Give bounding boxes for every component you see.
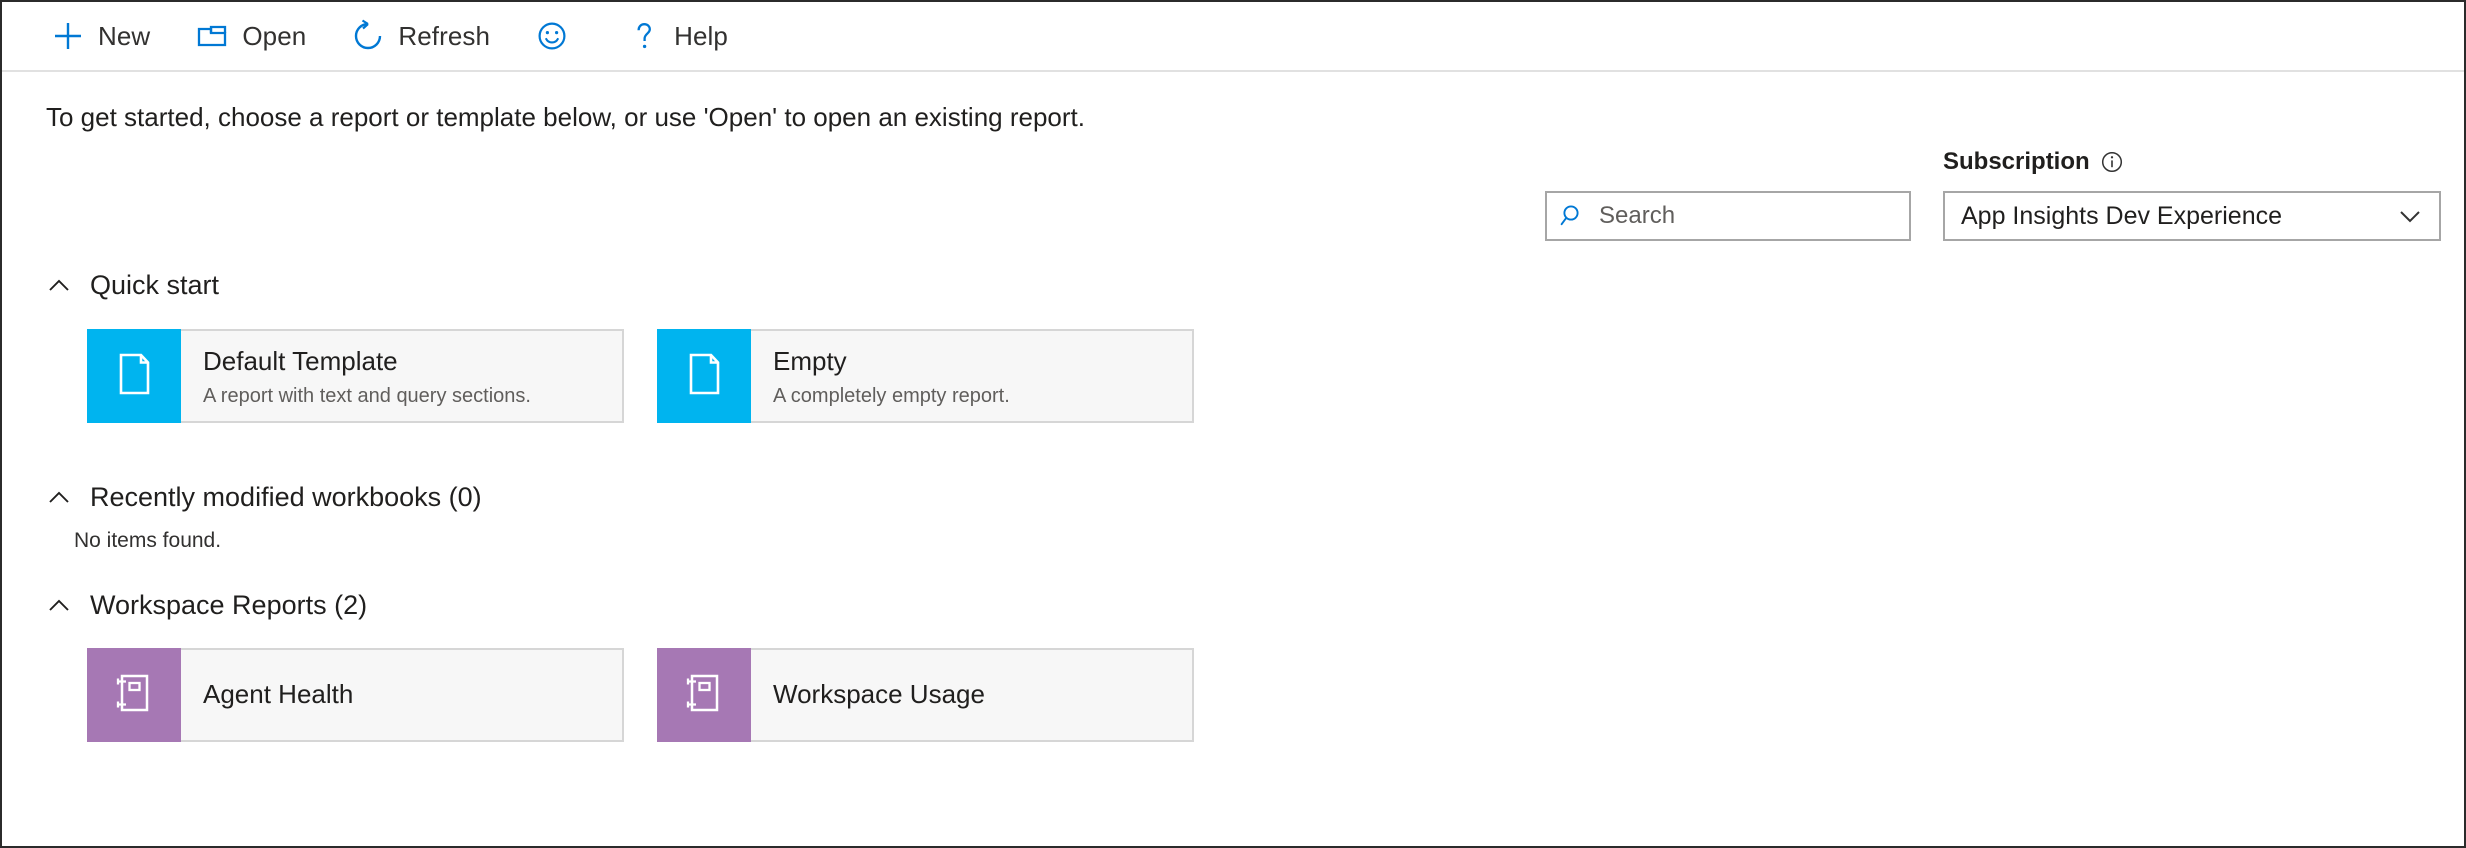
card-body: Workspace Usage (751, 650, 1011, 740)
workbook-icon (108, 667, 160, 724)
subscription-label: Subscription (1943, 148, 2090, 176)
card-title: Empty (773, 346, 1010, 377)
new-button-label: New (98, 21, 150, 52)
chevron-down-icon (2395, 201, 2425, 231)
card-title: Agent Health (203, 679, 353, 710)
card-agent-health[interactable]: Agent Health (87, 648, 624, 742)
card-row-workspace-reports: Agent Health Workspace Usage (87, 648, 1194, 742)
card-title: Workspace Usage (773, 679, 985, 710)
chevron-up-icon (46, 485, 72, 511)
chevron-up-icon (46, 593, 72, 619)
subscription-filter: Subscription App Insights Dev Experience (1943, 147, 2441, 241)
section-header-quick-start[interactable]: Quick start (46, 270, 219, 301)
card-description: A report with text and query sections. (203, 384, 531, 408)
card-row-quick-start: Default Template A report with text and … (87, 329, 1194, 423)
card-body: Default Template A report with text and … (181, 331, 557, 421)
document-icon (678, 348, 730, 405)
search-filter (1545, 191, 1911, 241)
new-button[interactable]: New (46, 10, 164, 62)
info-icon[interactable] (2100, 150, 2124, 174)
search-icon (1559, 202, 1587, 230)
open-button-label: Open (242, 21, 306, 52)
card-empty[interactable]: Empty A completely empty report. (657, 329, 1194, 423)
help-button[interactable]: Help (622, 10, 742, 62)
document-icon (108, 348, 160, 405)
plus-icon (50, 18, 86, 54)
search-input[interactable] (1597, 201, 1897, 231)
intro-text: To get started, choose a report or templ… (46, 102, 1085, 133)
recently-modified-empty-text: No items found. (74, 529, 221, 553)
refresh-icon (350, 18, 386, 54)
feedback-button[interactable] (530, 10, 596, 62)
section-title-workspace-reports: Workspace Reports (2) (90, 590, 367, 621)
card-description: A completely empty report. (773, 384, 1010, 408)
section-header-workspace-reports[interactable]: Workspace Reports (2) (46, 590, 367, 621)
section-title-quick-start: Quick start (90, 270, 219, 301)
section-title-recently-modified: Recently modified workbooks (0) (90, 482, 482, 513)
card-body: Empty A completely empty report. (751, 331, 1036, 421)
workbook-icon (678, 667, 730, 724)
card-icon-tile (87, 329, 181, 423)
card-icon-tile (87, 648, 181, 742)
refresh-button[interactable]: Refresh (346, 10, 504, 62)
folder-open-icon (194, 18, 230, 54)
feedback-smiley-icon (534, 18, 570, 54)
filters-area: Subscription App Insights Dev Experience (1545, 147, 2441, 241)
chevron-up-icon (46, 273, 72, 299)
search-box[interactable] (1545, 191, 1911, 241)
card-default-template[interactable]: Default Template A report with text and … (87, 329, 624, 423)
card-body: Agent Health (181, 650, 379, 740)
refresh-button-label: Refresh (398, 21, 490, 52)
help-button-label: Help (674, 21, 728, 52)
section-header-recently-modified[interactable]: Recently modified workbooks (0) (46, 482, 482, 513)
card-icon-tile (657, 648, 751, 742)
question-mark-icon (626, 18, 662, 54)
subscription-selected-value: App Insights Dev Experience (1961, 202, 2282, 231)
card-icon-tile (657, 329, 751, 423)
command-bar: New Open Refresh (2, 2, 2464, 72)
card-workspace-usage[interactable]: Workspace Usage (657, 648, 1194, 742)
open-button[interactable]: Open (190, 10, 320, 62)
card-title: Default Template (203, 346, 531, 377)
workbooks-gallery-page: New Open Refresh (0, 0, 2466, 848)
subscription-label-row: Subscription (1943, 147, 2441, 177)
subscription-dropdown[interactable]: App Insights Dev Experience (1943, 191, 2441, 241)
